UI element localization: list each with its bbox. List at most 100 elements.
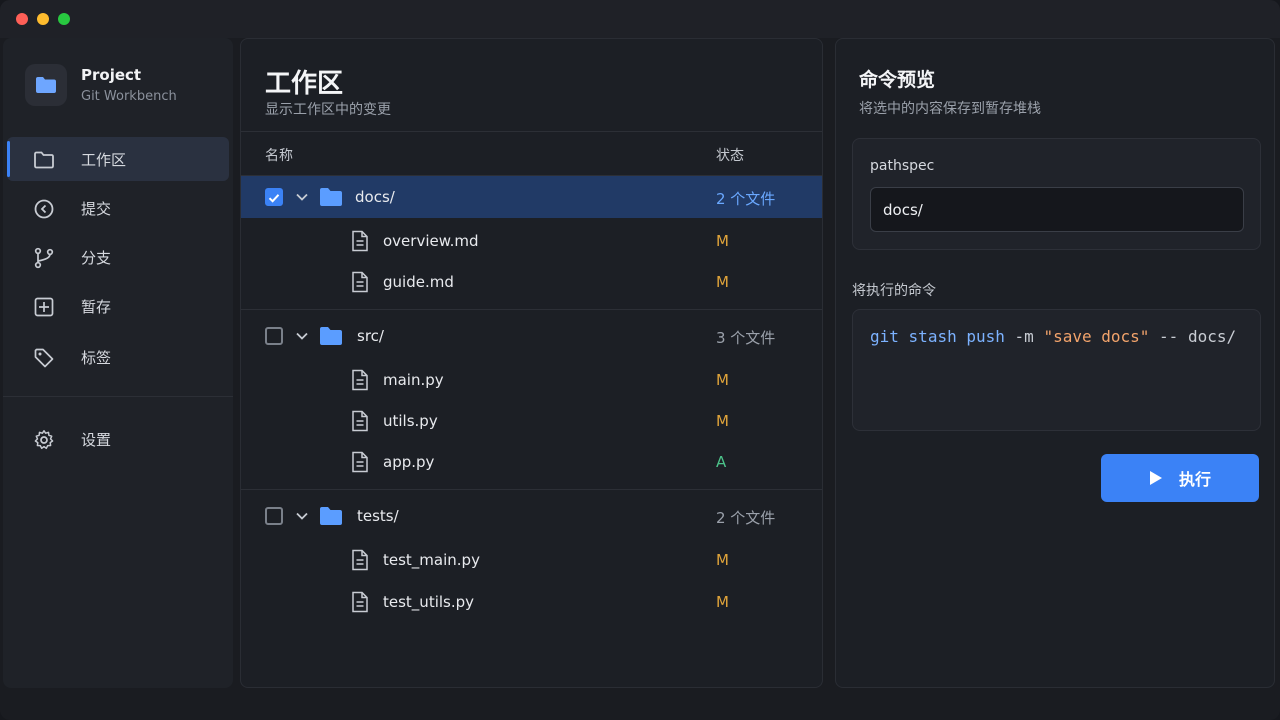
folder-name: src/ — [357, 327, 384, 345]
command-preview-panel: 命令预览 将选中的内容保存到暂存堆栈 pathspec 将执行的命令 git s… — [835, 38, 1275, 688]
folder-icon — [25, 64, 67, 106]
chevron-down-icon[interactable] — [294, 508, 310, 524]
panel-title: 命令预览 — [859, 69, 936, 91]
file-name: main.py — [383, 371, 444, 389]
sidebar-item-label: 分支 — [81, 249, 112, 267]
file-row[interactable]: overview.md M — [241, 220, 822, 262]
file-icon — [352, 591, 368, 613]
folder-name: tests/ — [357, 507, 399, 525]
check-icon — [268, 194, 280, 203]
column-header-name[interactable]: 名称 — [265, 145, 293, 165]
folder-checkbox[interactable] — [265, 188, 283, 206]
folder-icon — [320, 507, 342, 525]
status-badge: M — [716, 412, 729, 430]
status-badge: A — [716, 453, 727, 471]
file-icon — [352, 271, 368, 293]
file-count: 2 个文件 — [716, 190, 776, 208]
file-row[interactable]: test_utils.py M — [241, 581, 822, 623]
status-badge: M — [716, 593, 729, 611]
folder-icon — [320, 188, 342, 206]
folder-icon — [34, 151, 54, 169]
sidebar-item-settings[interactable]: 设置 — [7, 417, 229, 461]
column-header-status[interactable]: 状态 — [716, 145, 744, 165]
file-row[interactable]: app.py A — [241, 441, 822, 483]
panel-subtitle: 将选中的内容保存到暂存堆栈 — [859, 101, 1041, 117]
maximize-window-button[interactable] — [58, 13, 70, 25]
stash-icon — [34, 297, 54, 317]
pathspec-input[interactable] — [870, 187, 1244, 232]
command-flag: -m — [1014, 327, 1034, 346]
status-badge: M — [716, 232, 729, 250]
file-name: guide.md — [383, 273, 454, 291]
command-separator: -- — [1159, 327, 1179, 346]
branch-icon — [34, 247, 54, 269]
minimize-window-button[interactable] — [37, 13, 49, 25]
pathspec-card: pathspec — [852, 138, 1261, 250]
divider — [241, 489, 822, 490]
file-icon — [352, 230, 368, 252]
brand-title: Project — [81, 66, 142, 84]
file-icon — [352, 410, 368, 432]
divider — [241, 309, 822, 310]
folder-row-docs[interactable]: docs/ 2 个文件 — [241, 176, 822, 218]
status-badge: M — [716, 273, 729, 291]
command-label: 将执行的命令 — [852, 283, 936, 299]
folder-icon — [320, 327, 342, 345]
sidebar-item-branches[interactable]: 分支 — [7, 235, 229, 279]
page-title: 工作区 — [265, 69, 344, 99]
file-count: 3 个文件 — [716, 329, 776, 347]
close-window-button[interactable] — [16, 13, 28, 25]
command-text: git stash push -m "save docs" -- docs/ — [870, 327, 1236, 346]
sidebar-item-label: 标签 — [81, 349, 112, 367]
file-name: test_main.py — [383, 551, 480, 569]
brand: Project Git Workbench — [25, 64, 225, 112]
folder-row-src[interactable]: src/ 3 个文件 — [241, 315, 822, 357]
folder-name: docs/ — [355, 188, 395, 206]
file-icon — [352, 549, 368, 571]
divider — [241, 131, 822, 132]
file-row[interactable]: main.py M — [241, 359, 822, 401]
command-push: push — [966, 327, 1005, 346]
sidebar-item-commits[interactable]: 提交 — [7, 186, 229, 230]
file-row[interactable]: utils.py M — [241, 400, 822, 442]
sidebar-item-label: 工作区 — [81, 151, 127, 169]
folder-checkbox[interactable] — [265, 327, 283, 345]
file-name: app.py — [383, 453, 435, 471]
file-count: 2 个文件 — [716, 509, 776, 527]
workspace-panel: 工作区 显示工作区中的变更 名称 状态 docs/ 2 个文件 overview… — [240, 38, 823, 688]
sidebar-divider — [3, 396, 233, 397]
file-icon — [352, 451, 368, 473]
file-icon — [352, 369, 368, 391]
command-git: git — [870, 327, 899, 346]
file-row[interactable]: guide.md M — [241, 261, 822, 303]
command-preview-box: git stash push -m "save docs" -- docs/ — [852, 309, 1261, 431]
play-icon — [1149, 471, 1162, 485]
gear-icon — [34, 430, 54, 450]
chevron-down-icon[interactable] — [294, 189, 310, 205]
pathspec-label: pathspec — [870, 158, 935, 174]
app-window: Project Git Workbench 工作区 提交 分支 暂存 标签 设置 — [0, 0, 1280, 720]
chevron-down-icon[interactable] — [294, 328, 310, 344]
file-row[interactable]: test_main.py M — [241, 539, 822, 581]
sidebar-item-label: 设置 — [81, 431, 112, 449]
title-bar — [0, 0, 1280, 38]
tag-icon — [34, 348, 54, 368]
sidebar-item-tags[interactable]: 标签 — [7, 335, 229, 379]
page-subtitle: 显示工作区中的变更 — [265, 102, 391, 118]
sidebar: Project Git Workbench 工作区 提交 分支 暂存 标签 设置 — [3, 38, 233, 688]
sidebar-item-stash[interactable]: 暂存 — [7, 284, 229, 328]
folder-checkbox[interactable] — [265, 507, 283, 525]
folder-row-tests[interactable]: tests/ 2 个文件 — [241, 495, 822, 537]
sidebar-item-label: 暂存 — [81, 298, 112, 316]
run-button-label: 执行 — [1178, 470, 1211, 489]
command-path: docs/ — [1187, 327, 1237, 346]
file-name: utils.py — [383, 412, 438, 430]
status-badge: M — [716, 371, 729, 389]
sidebar-item-workspace[interactable]: 工作区 — [7, 137, 229, 181]
command-message: "save docs" — [1043, 327, 1150, 346]
run-button[interactable]: 执行 — [1101, 454, 1259, 502]
status-badge: M — [716, 551, 729, 569]
file-name: overview.md — [383, 232, 479, 250]
commit-icon — [34, 199, 54, 219]
bottom-bar — [0, 692, 1280, 720]
